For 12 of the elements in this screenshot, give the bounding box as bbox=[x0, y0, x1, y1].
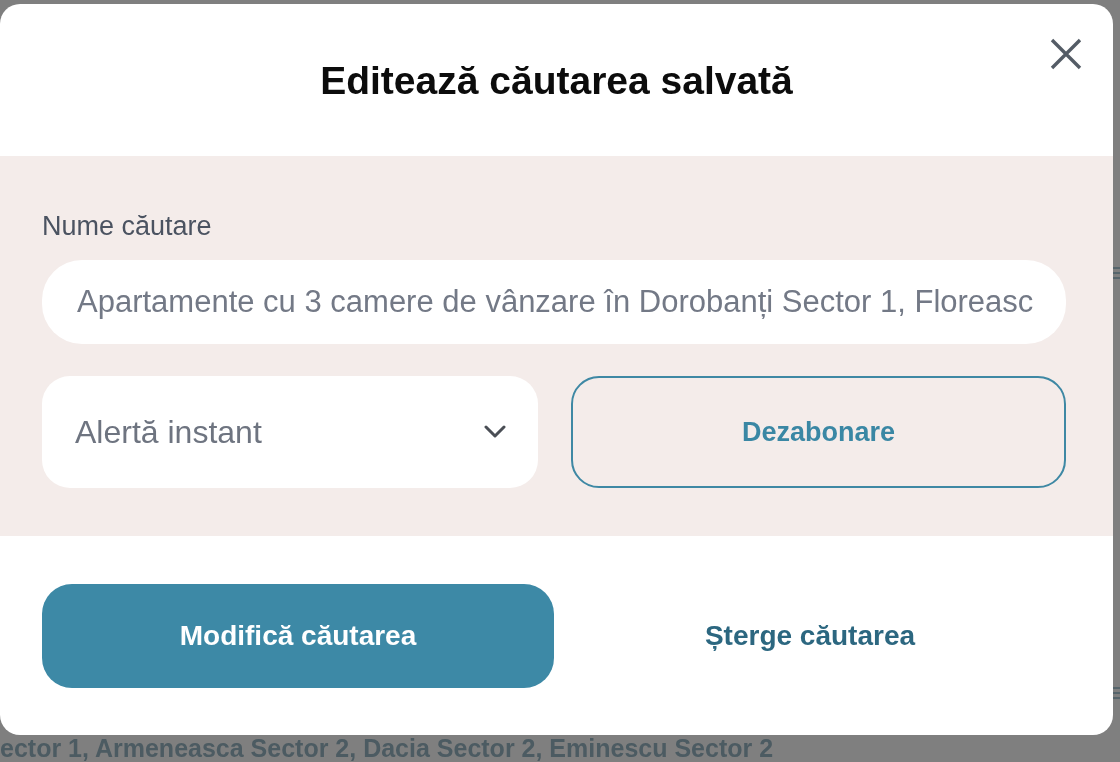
delete-search-button[interactable]: Șterge căutarea bbox=[704, 619, 916, 653]
alert-frequency-dropdown[interactable]: Alertă instant bbox=[42, 376, 538, 488]
modify-search-button[interactable]: Modifică căutarea bbox=[42, 584, 554, 688]
search-name-input-field[interactable]: Apartamente cu 3 camere de vânzare în Dorobanți Sector 1, Floreasc bbox=[42, 260, 1066, 344]
lines-icon bbox=[1113, 686, 1120, 700]
dialog-title: Editează căutarea salvată bbox=[320, 59, 793, 103]
lines-icon bbox=[1113, 266, 1120, 280]
field-label: Nume căutare bbox=[42, 210, 212, 242]
chevron-down-icon bbox=[484, 425, 506, 439]
unsubscribe-button[interactable]: Dezabonare bbox=[571, 376, 1066, 488]
close-icon bbox=[1050, 38, 1082, 70]
close-button[interactable] bbox=[1050, 38, 1082, 70]
